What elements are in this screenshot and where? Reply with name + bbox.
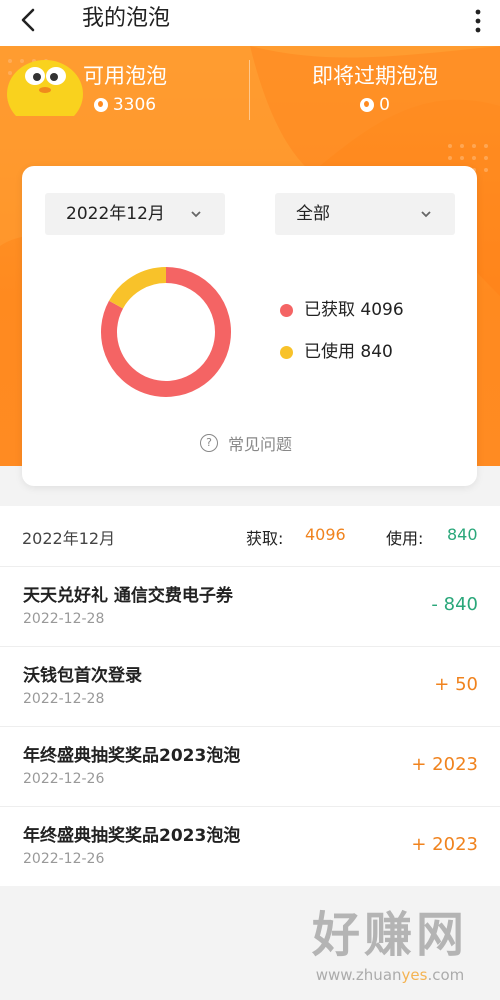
record-amount: - 840 (431, 594, 478, 615)
available-bubbles-value: 3306 (112, 95, 157, 115)
watermark-logo-text: 好赚网 (311, 907, 468, 963)
use-label: 使用: (386, 529, 424, 548)
legend-item-used: 已使用 840 (280, 341, 393, 363)
record-name: 沃钱包首次登录 (23, 666, 142, 686)
top-bar: 我的泡泡 (0, 0, 500, 46)
site-watermark: 好赚网 www.zhuanyes.com (290, 905, 490, 995)
gain-label: 获取: (246, 529, 284, 548)
faq-link[interactable]: ? 常见问题 (200, 431, 292, 455)
expiring-bubbles-value: 0 (379, 95, 390, 115)
gain-value: 4096 (305, 525, 346, 544)
summary-month: 2022年12月 (22, 529, 116, 548)
record-date: 2022-12-28 (23, 691, 105, 707)
record-row[interactable]: 天天兑好礼 通信交费电子券 2022-12-28 - 840 (0, 566, 500, 647)
legend-dot (280, 303, 293, 317)
bubble-mascot-icon (7, 60, 83, 116)
record-row[interactable]: 年终盛典抽奖奖品2023泡泡 2022-12-26 + 2023 (0, 806, 500, 887)
record-amount: + 50 (434, 674, 478, 695)
more-options-icon[interactable] (472, 6, 484, 36)
legend-dot (280, 345, 293, 359)
bubble-coin-icon (360, 98, 375, 112)
record-date: 2022-12-26 (23, 771, 105, 787)
records-list: 2022年12月 获取: 4096 使用: 840 天天兑好礼 通信交费电子券 … (0, 506, 500, 886)
donut-segment-已使用 (109, 267, 167, 309)
record-amount: + 2023 (411, 834, 478, 855)
record-date: 2022-12-26 (23, 851, 105, 867)
record-row[interactable]: 年终盛典抽奖奖品2023泡泡 2022-12-26 + 2023 (0, 726, 500, 807)
legend-label: 已获取 4096 (304, 300, 404, 320)
chevron-down-icon (421, 211, 431, 218)
expiring-bubbles-stat: 即将过期泡泡 0 (250, 62, 500, 116)
question-icon: ? (200, 434, 218, 452)
type-select[interactable]: 全部 (275, 193, 455, 235)
expiring-bubbles-label: 即将过期泡泡 (312, 64, 438, 88)
record-name: 年终盛典抽奖奖品2023泡泡 (23, 746, 241, 766)
month-select[interactable]: 2022年12月 (45, 193, 225, 235)
record-amount: + 2023 (411, 754, 478, 775)
back-arrow-icon[interactable] (14, 5, 44, 35)
month-summary-row: 2022年12月 获取: 4096 使用: 840 (0, 506, 500, 566)
bubble-coin-icon (93, 98, 108, 112)
record-row[interactable]: 沃钱包首次登录 2022-12-28 + 50 (0, 646, 500, 727)
use-value: 840 (447, 525, 478, 544)
donut-chart (101, 267, 231, 397)
faq-label: 常见问题 (228, 435, 293, 454)
page-title: 我的泡泡 (82, 6, 171, 31)
record-name: 天天兑好礼 通信交费电子券 (23, 586, 233, 606)
type-select-value: 全部 (296, 204, 330, 224)
summary-card: 2022年12月 全部 已获取 4096 已使用 840 ? 常见问题 (22, 166, 477, 486)
record-name: 年终盛典抽奖奖品2023泡泡 (23, 826, 241, 846)
watermark-url: www.zhuanyes.com (315, 966, 465, 984)
chevron-down-icon (191, 211, 201, 218)
legend-item-obtained: 已获取 4096 (280, 299, 404, 321)
month-select-value: 2022年12月 (66, 204, 165, 224)
legend-label: 已使用 840 (304, 342, 393, 362)
record-date: 2022-12-28 (23, 611, 105, 627)
